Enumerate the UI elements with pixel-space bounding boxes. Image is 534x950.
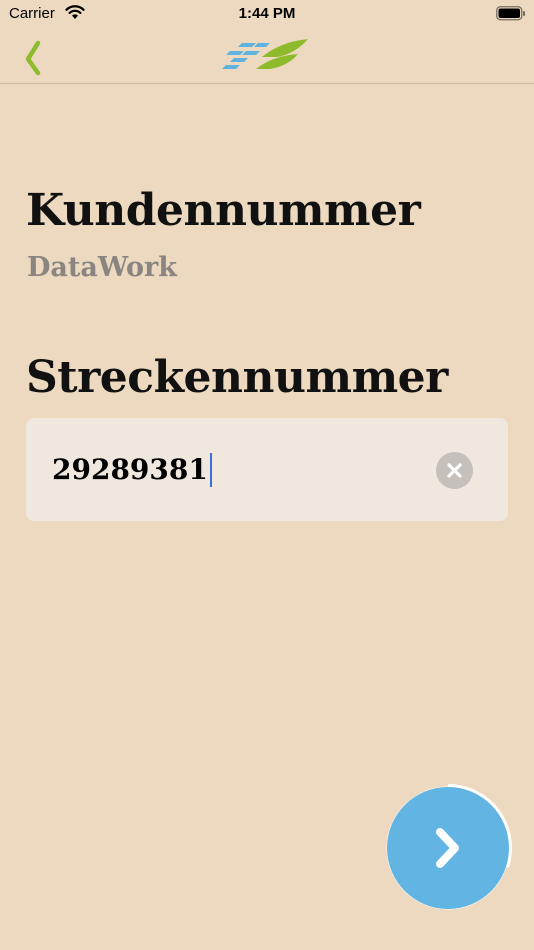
route-number-input[interactable]: 29289381 (52, 450, 442, 490)
clear-icon (447, 463, 462, 478)
battery-icon (496, 6, 525, 21)
next-button[interactable] (381, 781, 515, 915)
next-button-circle (387, 787, 509, 909)
text-cursor (209, 452, 212, 487)
status-bar: Carrier 1:44 PM (0, 0, 534, 28)
back-button[interactable] (16, 36, 52, 76)
route-number-input-container: 29289381 (26, 418, 508, 521)
status-time: 1:44 PM (238, 5, 296, 22)
customer-number-value: DataWork (27, 252, 177, 283)
app-logo (222, 39, 308, 69)
chevron-left-icon (25, 40, 41, 76)
next-button-graphic (381, 781, 515, 915)
route-number-label: Streckennummer (26, 352, 448, 403)
navigation-bar (0, 28, 534, 84)
customer-number-label: Kundennummer (26, 185, 421, 236)
route-number-input-value: 29289381 (52, 453, 208, 486)
clear-input-button[interactable] (436, 452, 473, 489)
